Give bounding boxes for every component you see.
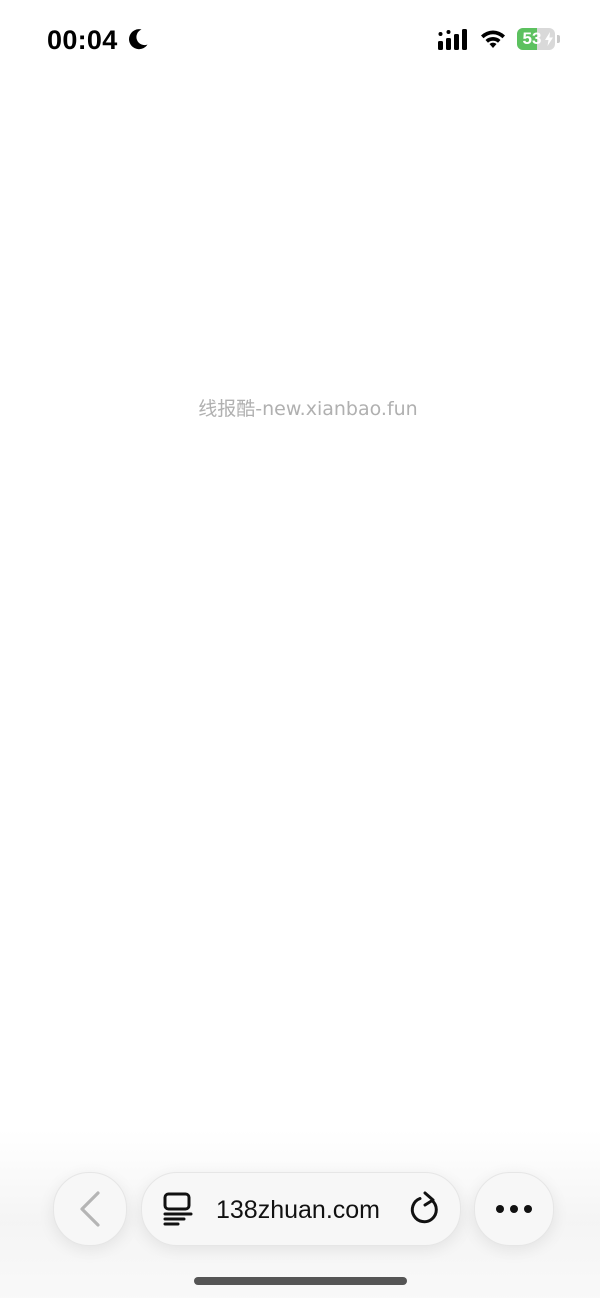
moon-icon — [129, 29, 148, 50]
more-options-button[interactable] — [474, 1172, 554, 1246]
page-menu-icon[interactable] — [162, 1192, 194, 1226]
browser-screen: 00:04 53 线报酷-new.xianbao.fun 138zhuan.co… — [0, 0, 600, 1298]
reload-icon[interactable] — [408, 1191, 442, 1227]
cellular-signal-icon — [438, 29, 467, 50]
charging-bolt-icon — [545, 32, 553, 46]
wifi-icon — [481, 30, 505, 48]
back-button[interactable] — [53, 1172, 127, 1246]
status-time: 00:04 — [47, 25, 118, 55]
battery-indicator: 53 — [517, 28, 561, 50]
address-bar[interactable]: 138zhuan.com — [141, 1172, 461, 1246]
url-text[interactable]: 138zhuan.com — [216, 1195, 380, 1225]
page-watermark-text: 线报酷-new.xianbao.fun — [198, 398, 418, 420]
ellipsis-icon — [496, 1205, 532, 1213]
battery-cap — [557, 35, 560, 43]
battery-body: 53 — [517, 28, 555, 50]
home-indicator[interactable] — [194, 1277, 407, 1285]
status-bar: 00:04 53 — [0, 0, 600, 80]
chevron-left-icon — [80, 1191, 100, 1227]
battery-level: 53 — [522, 29, 542, 48]
